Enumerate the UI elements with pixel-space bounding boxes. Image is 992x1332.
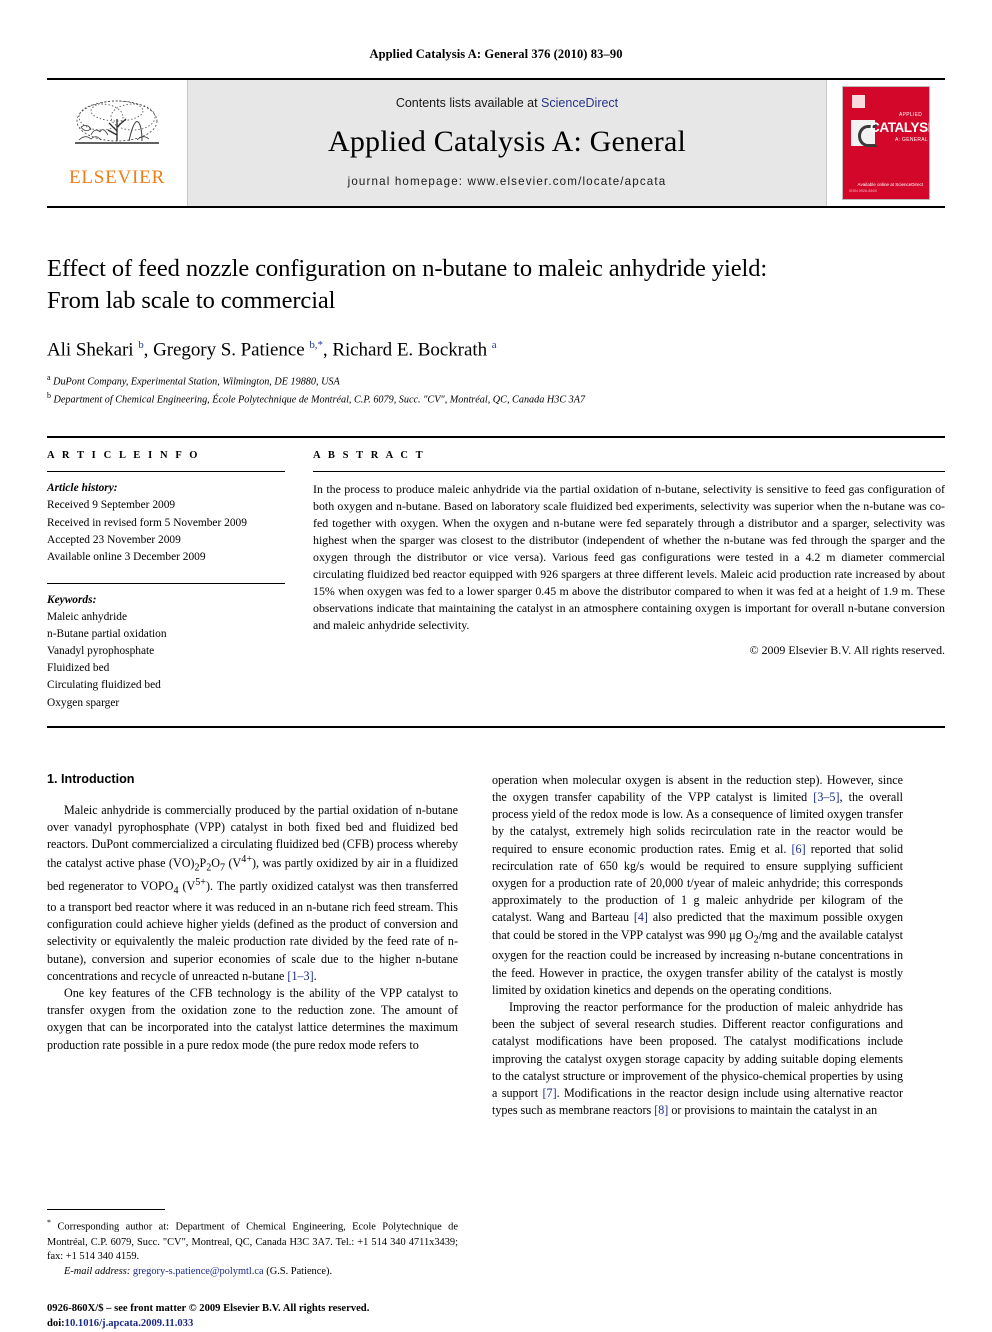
contents-prefix: Contents lists available at [395, 96, 542, 110]
article-info-abstract-block: A R T I C L E I N F O Article history: R… [47, 436, 945, 711]
journal-masthead: ELSEVIER Contents lists available at Sci… [47, 78, 945, 208]
abstract-column: A B S T R A C T In the process to produc… [313, 450, 945, 711]
contents-available-line: Contents lists available at ScienceDirec… [396, 96, 618, 110]
corresponding-author-note: * Corresponding author at: Department of… [47, 1218, 458, 1263]
abstract-heading: A B S T R A C T [313, 450, 426, 462]
email-label: E-mail address: [64, 1266, 131, 1278]
cover-footer-text: Available online at ScienceDirect [857, 182, 923, 188]
issn-copyright-line: 0926-860X/$ – see front matter © 2009 El… [47, 1301, 458, 1332]
elsevier-logo: ELSEVIER [47, 80, 188, 206]
doi-link[interactable]: 10.1016/j.apcata.2009.11.033 [65, 1318, 194, 1329]
history-item: Received 9 September 2009 [47, 499, 176, 512]
affiliation-b-text: Department of Chemical Engineering, Écol… [53, 394, 586, 406]
masthead-center: Contents lists available at ScienceDirec… [188, 80, 826, 206]
affiliation-a: a DuPont Company, Experimental Station, … [47, 372, 340, 388]
paragraph: Maleic anhydride is commercially produce… [47, 802, 459, 983]
sciencedirect-link[interactable]: ScienceDirect [541, 96, 618, 110]
body-columns: 1. Introduction Maleic anhydride is comm… [47, 772, 945, 1332]
article-info-heading: A R T I C L E I N F O [47, 450, 201, 462]
keyword-item: Circulating fluidized bed [47, 679, 161, 692]
paragraph: operation when molecular oxygen is absen… [492, 772, 904, 997]
history-item: Accepted 23 November 2009 [47, 533, 181, 546]
elsevier-tree-icon [75, 100, 159, 144]
cover-block-decor [852, 95, 865, 108]
footnote-area: * Corresponding author at: Department of… [47, 1209, 458, 1331]
section-heading-introduction: 1. Introduction [47, 771, 135, 786]
keywords-label: Keywords: [47, 593, 97, 606]
history-item: Received in revised form 5 November 2009 [47, 516, 247, 529]
title-line-1: Effect of feed nozzle configuration on n… [47, 255, 768, 282]
elsevier-wordmark: ELSEVIER [68, 167, 166, 188]
keyword-item: Fluidized bed [47, 662, 110, 675]
page-title: Effect of feed nozzle configuration on n… [47, 253, 945, 318]
cover-title: CATALYSIS [870, 120, 929, 135]
right-column: operation when molecular oxygen is absen… [492, 772, 903, 1332]
journal-cover-thumbnail: APPLIED CATALYSIS A: GENERAL Available o… [826, 80, 945, 206]
paragraph: Improving the reactor performance for th… [492, 1000, 903, 1118]
article-info-column: A R T I C L E I N F O Article history: R… [47, 450, 285, 711]
left-column: 1. Introduction Maleic anhydride is comm… [47, 772, 458, 1332]
running-head: Applied Catalysis A: General 376 (2010) … [369, 47, 623, 61]
email-owner: (G.S. Patience). [266, 1266, 333, 1278]
divider [47, 725, 945, 728]
email-link[interactable]: gregory-s.patience@polymtl.ca [133, 1266, 264, 1277]
article-history: Article history: Received 9 September 20… [47, 472, 285, 566]
author-list: Ali Shekari b, Gregory S. Patience b,*, … [47, 338, 497, 360]
keyword-item: Vanadyl pyrophosphate [47, 645, 155, 658]
journal-homepage-link[interactable]: journal homepage: www.elsevier.com/locat… [348, 175, 667, 188]
issn-text: 0926-860X/$ – see front matter © 2009 El… [47, 1302, 370, 1314]
doi-line: doi:10.1016/j.apcata.2009.11.033 [47, 1316, 458, 1331]
cover-superscript: APPLIED [899, 112, 923, 118]
keywords-list: Keywords: Maleic anhydride n-Butane part… [47, 584, 285, 712]
affiliation-a-text: DuPont Company, Experimental Station, Wi… [53, 376, 340, 388]
keyword-item: Oxygen sparger [47, 696, 120, 709]
affiliations: a DuPont Company, Experimental Station, … [47, 372, 945, 408]
paper-page: Applied Catalysis A: General 376 (2010) … [0, 0, 992, 1329]
footnote-divider [47, 1209, 165, 1211]
history-item: Available online 3 December 2009 [47, 550, 206, 563]
keyword-item: Maleic anhydride [47, 610, 128, 623]
journal-title: Applied Catalysis A: General [327, 125, 687, 158]
cover-subtitle: A: GENERAL [895, 137, 929, 143]
keyword-item: n-Butane partial oxidation [47, 628, 167, 641]
abstract-copyright: © 2009 Elsevier B.V. All rights reserved… [749, 643, 945, 658]
cover-issn-text: ISSN 0926-860X [849, 189, 878, 193]
doi-label: doi: [47, 1318, 65, 1330]
affiliation-b: b Department of Chemical Engineering, Éc… [47, 391, 586, 406]
article-history-label: Article history: [47, 482, 118, 495]
paragraph: One key features of the CFB technology i… [47, 985, 458, 1052]
email-note: E-mail address: gregory-s.patience@polym… [47, 1265, 458, 1280]
abstract-text: In the process to produce maleic anhydri… [313, 482, 945, 632]
title-line-2: From lab scale to commercial [47, 287, 336, 315]
